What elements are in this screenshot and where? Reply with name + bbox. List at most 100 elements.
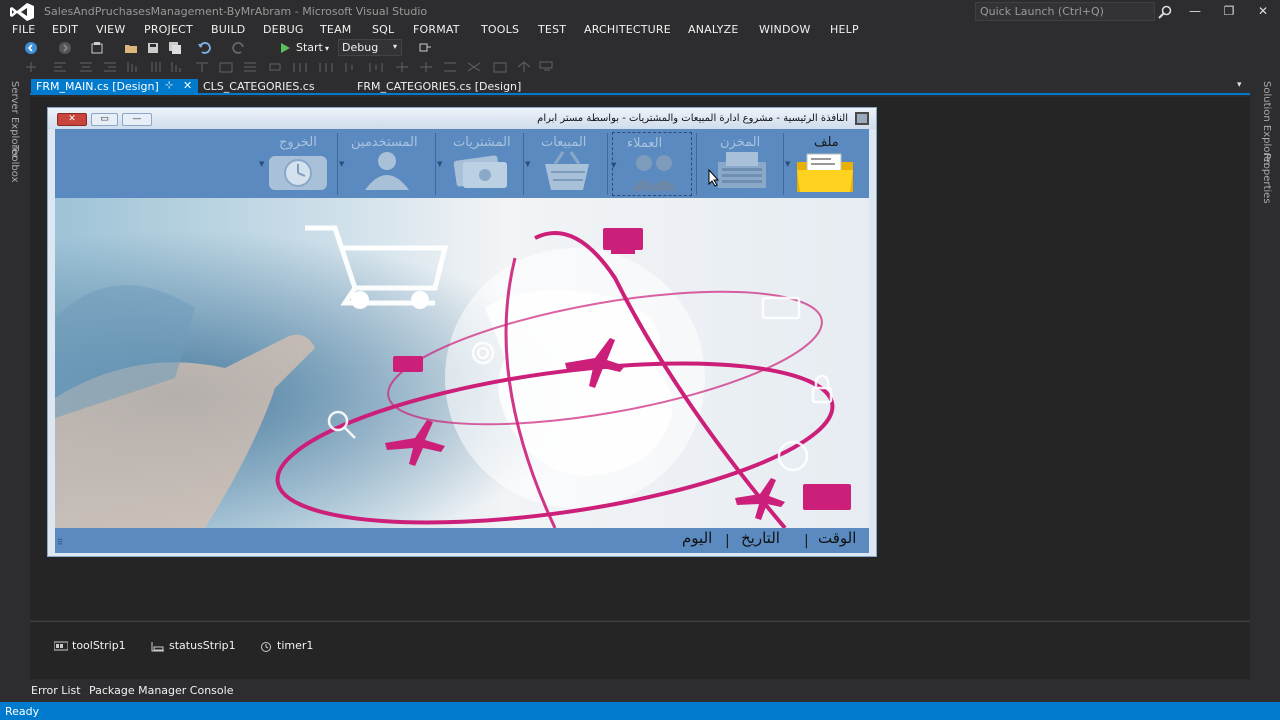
menu-help[interactable]: HELP <box>830 23 859 36</box>
forward-icon[interactable] <box>58 41 72 55</box>
tray-statusstrip1[interactable]: statusStrip1 <box>151 639 236 652</box>
designed-form[interactable]: ✕ ▭ — النافذة الرئيسية - مشروع ادارة الم… <box>47 107 877 557</box>
form-close-button[interactable]: ✕ <box>57 113 87 126</box>
toolstrip-purchases-item[interactable]: المشتريات ▼ <box>437 132 521 196</box>
chevron-down-icon: ▼ <box>611 161 617 169</box>
close-tab-icon[interactable]: ✕ <box>183 79 192 92</box>
tab-frm-categories-design[interactable]: FRM_CATEGORIES.cs [Design] <box>352 79 526 95</box>
folder-icon <box>797 153 853 192</box>
visual-studio-logo-icon <box>10 3 34 21</box>
tray-item-label: statusStrip1 <box>169 639 236 652</box>
save-all-icon[interactable] <box>168 41 182 55</box>
form-toolstrip[interactable]: ملف ▼ المخزن العملاء ▼ المبيعات ▼ المشتر… <box>55 129 869 198</box>
status-separator: | <box>804 533 809 549</box>
menu-analyze[interactable]: ANALYZE <box>688 23 739 36</box>
chevron-down-icon: ▼ <box>437 160 443 168</box>
start-button[interactable]: Start <box>296 41 323 54</box>
tab-error-list[interactable]: Error List <box>31 684 81 697</box>
chevron-down-icon: ▼ <box>785 160 791 168</box>
menu-architecture[interactable]: ARCHITECTURE <box>584 23 671 36</box>
redo-icon[interactable] <box>232 41 246 55</box>
toolstrip-customers-label: العملاء <box>627 136 663 151</box>
tab-label: FRM_MAIN.cs [Design] <box>36 80 159 93</box>
save-icon[interactable] <box>146 41 160 55</box>
toolstrip-users-label: المستخدمين <box>351 135 418 150</box>
properties-tab[interactable]: Properties <box>1261 153 1272 204</box>
clock-icon <box>269 156 327 190</box>
statusstrip-icon <box>151 641 164 651</box>
money-icon <box>453 155 507 188</box>
form-minimize-button[interactable]: — <box>122 113 152 126</box>
menu-edit[interactable]: EDIT <box>52 23 78 36</box>
toolstrip-separator <box>607 133 608 195</box>
document-tab-row: FRM_MAIN.cs [Design] ⊹ ✕ CLS_CATEGORIES.… <box>30 79 1250 95</box>
new-project-icon[interactable] <box>90 41 104 55</box>
menu-format[interactable]: FORMAT <box>413 23 460 36</box>
tab-frm-main-design[interactable]: FRM_MAIN.cs [Design] ⊹ ✕ <box>31 79 198 95</box>
layout-tools-icon[interactable] <box>24 60 614 74</box>
start-dropdown-icon[interactable]: ▾ <box>325 44 329 53</box>
menu-team[interactable]: TEAM <box>320 23 352 36</box>
toolstrip-file-item[interactable]: ملف ▼ <box>785 132 865 196</box>
quick-launch-input[interactable]: Quick Launch (Ctrl+Q) <box>975 2 1155 21</box>
menu-tools[interactable]: TOOLS <box>481 23 519 36</box>
menu-build[interactable]: BUILD <box>211 23 245 36</box>
bottom-tool-tabs: Error List Package Manager Console <box>30 680 1250 702</box>
menu-test[interactable]: TEST <box>538 23 566 36</box>
undo-icon[interactable] <box>197 41 211 55</box>
toolstrip-purchases-label: المشتريات <box>453 135 511 150</box>
chevron-down-icon: ▼ <box>339 160 345 168</box>
toolstrip-icon <box>54 641 68 650</box>
tab-overflow-icon[interactable]: ▾ <box>1237 80 1242 90</box>
menu-window[interactable]: WINDOW <box>759 23 811 36</box>
search-icon[interactable] <box>1157 4 1173 20</box>
solution-configuration-value: Debug <box>342 41 379 54</box>
layout-toolbar <box>0 57 1280 77</box>
solution-configuration-select[interactable]: Debug ▾ <box>338 39 402 56</box>
restore-button[interactable]: ❐ <box>1212 2 1246 20</box>
menu-debug[interactable]: DEBUG <box>263 23 304 36</box>
status-text: Ready <box>5 705 40 718</box>
menu-project[interactable]: PROJECT <box>144 23 193 36</box>
form-statusstrip: الوقت | التاريخ | اليوم ⠿ <box>55 528 869 553</box>
toolstrip-customers-item[interactable]: العملاء ▼ <box>611 132 692 196</box>
users-icon <box>631 155 677 191</box>
pin-icon[interactable]: ⊹ <box>165 80 173 91</box>
printer-icon <box>718 152 766 188</box>
close-button[interactable]: ✕ <box>1246 2 1280 20</box>
tray-toolstrip1[interactable]: toolStrip1 <box>54 639 126 652</box>
toolstrip-sales-item[interactable]: المبيعات ▼ <box>525 132 605 196</box>
minimize-button[interactable]: — <box>1178 2 1212 20</box>
menu-sql[interactable]: SQL <box>372 23 394 36</box>
tray-timer1[interactable]: timer1 <box>259 639 313 652</box>
open-file-icon[interactable] <box>124 41 138 55</box>
toolstrip-sales-label: المبيعات <box>541 135 587 150</box>
tab-label: FRM_CATEGORIES.cs [Design] <box>357 80 522 93</box>
form-maximize-button[interactable]: ▭ <box>91 113 118 126</box>
chevron-down-icon: ▾ <box>392 42 397 51</box>
standard-toolbar: Start ▾ Debug ▾ <box>0 38 1280 58</box>
attach-icon[interactable] <box>418 41 432 55</box>
basket-icon <box>545 151 589 190</box>
start-icon[interactable] <box>278 41 292 55</box>
form-title: النافذة الرئيسية - مشروع ادارة المبيعات … <box>537 113 848 124</box>
toolstrip-exit-item[interactable]: الخروج ▼ <box>259 132 333 196</box>
form-app-icon <box>855 112 869 125</box>
chevron-down-icon: ▼ <box>259 160 265 168</box>
left-tool-window-strip: Server Explorer Toolbox <box>0 77 30 703</box>
tab-package-manager-console[interactable]: Package Manager Console <box>89 684 233 697</box>
status-day-label: اليوم <box>682 529 713 547</box>
toolstrip-users-item[interactable]: المستخدمين ▼ <box>339 132 431 196</box>
tray-item-label: toolStrip1 <box>72 639 126 652</box>
toolstrip-separator <box>523 133 524 195</box>
tray-item-label: timer1 <box>277 639 314 652</box>
toolstrip-separator <box>435 133 436 195</box>
status-date-label: التاريخ <box>741 529 780 547</box>
tab-cls-categories[interactable]: CLS_CATEGORIES.cs <box>198 79 320 95</box>
size-grip-icon[interactable]: ⠿ <box>57 538 63 547</box>
menu-view[interactable]: VIEW <box>96 23 125 36</box>
back-icon[interactable] <box>24 41 38 55</box>
menu-file[interactable]: FILE <box>12 23 35 36</box>
status-time-label: الوقت <box>818 529 857 547</box>
toolbox-tab[interactable]: Toolbox <box>9 145 20 183</box>
